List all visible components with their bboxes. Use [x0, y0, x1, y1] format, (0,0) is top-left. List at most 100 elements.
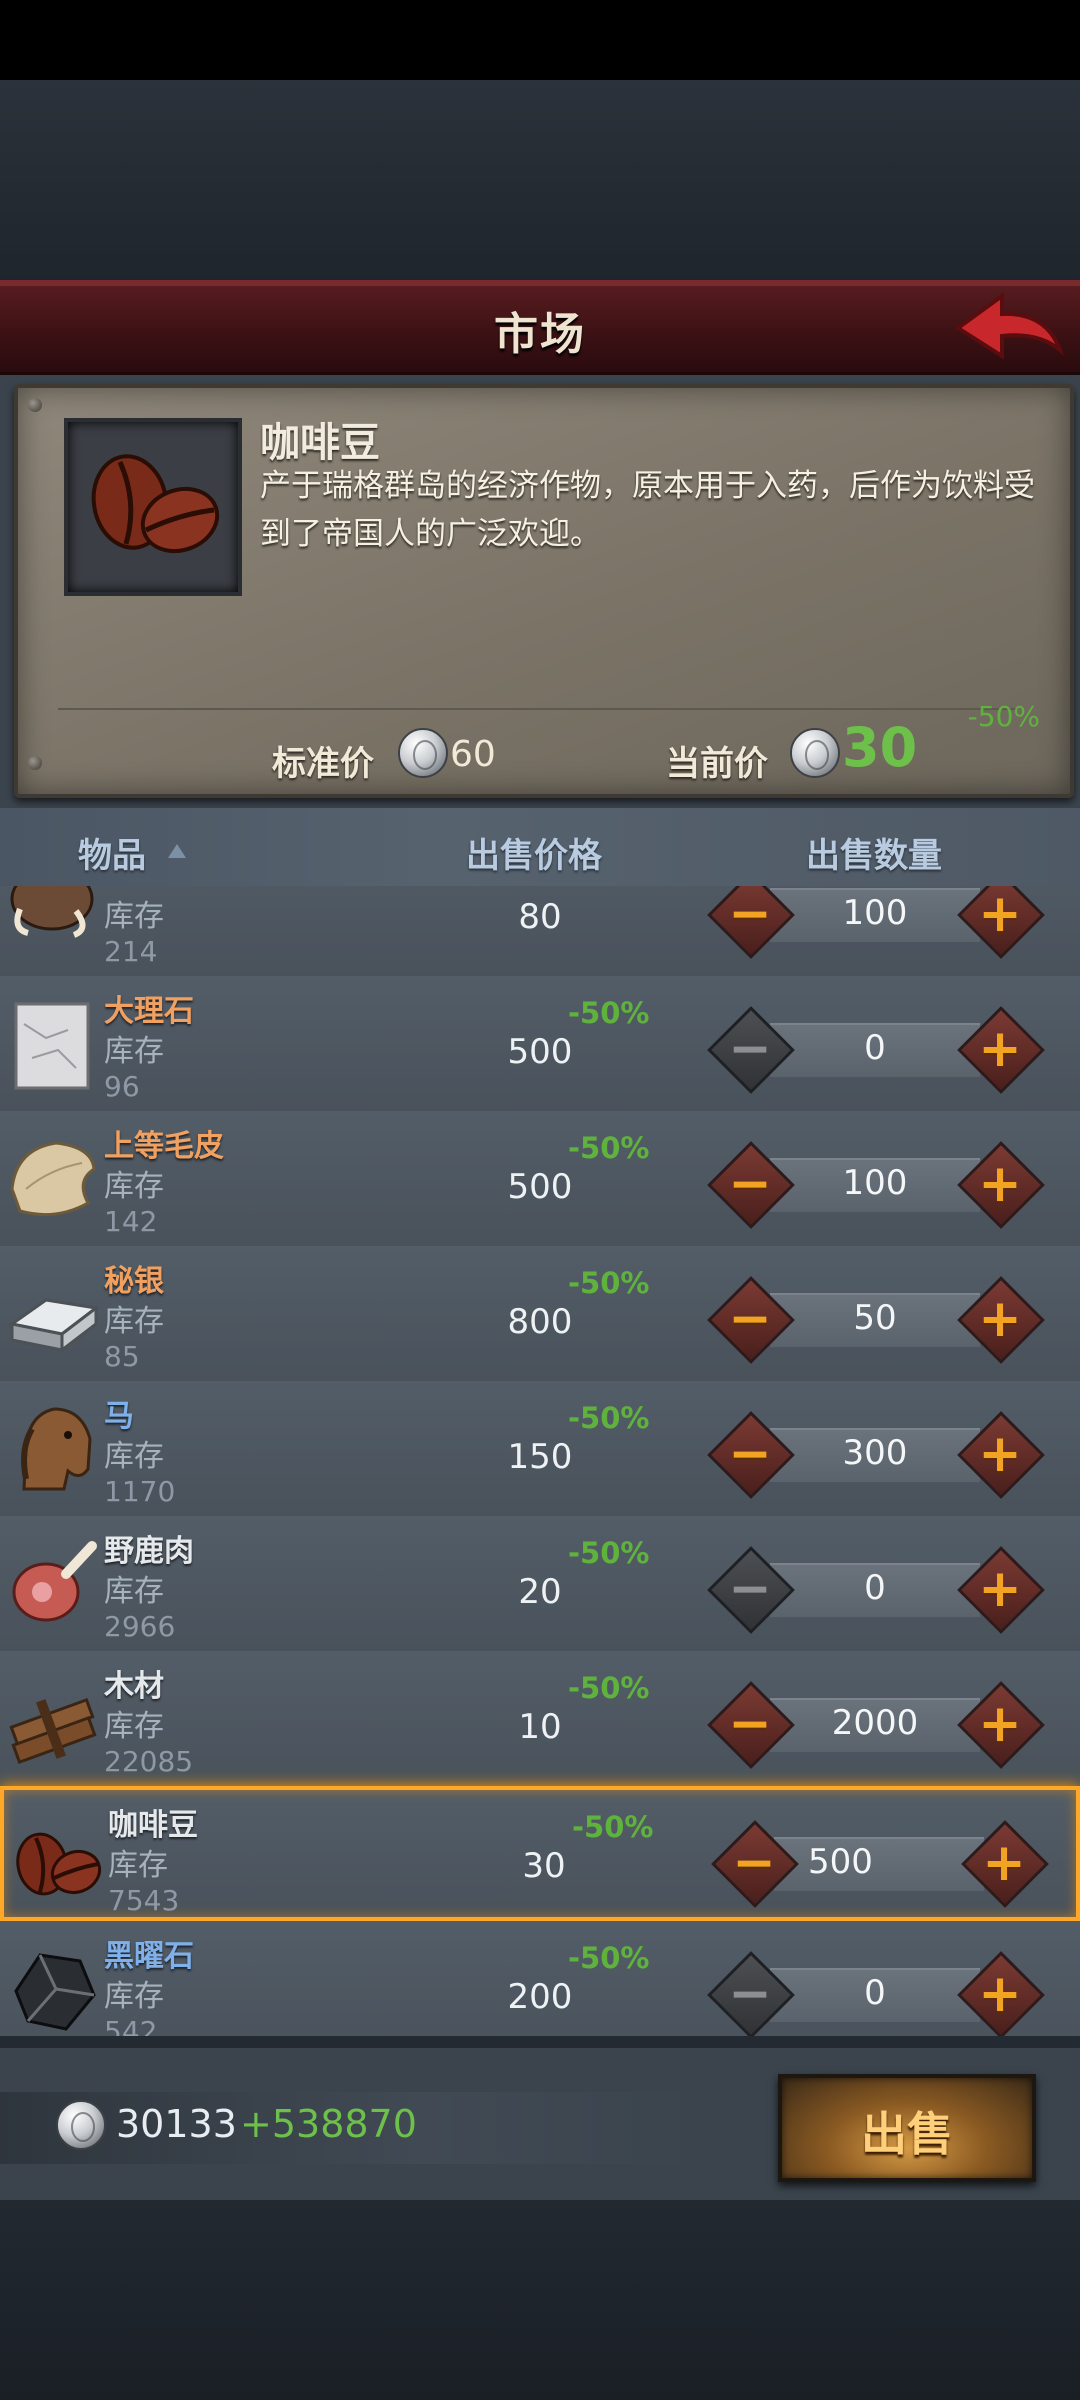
coffee-bean-icon	[10, 1808, 102, 1908]
plus-icon: +	[982, 1833, 1026, 1893]
status-bar	[0, 0, 1080, 80]
quantity-value: 300	[842, 1433, 908, 1473]
increase-button[interactable]: +	[957, 1276, 1045, 1364]
list-item[interactable]: 秘银库存 85 -50% 800 50 − +	[0, 1246, 1080, 1383]
increase-button[interactable]: +	[957, 1141, 1045, 1229]
decrease-button[interactable]: −	[711, 1820, 799, 1908]
column-header-item[interactable]: 物品	[78, 828, 146, 877]
sell-button[interactable]: 出售	[778, 2074, 1036, 2182]
increase-button[interactable]: +	[957, 1546, 1045, 1634]
item-detail-card: 咖啡豆 产于瑞格群岛的经济作物，原本用于入药，后作为饮料受到了帝国人的广泛欢迎。…	[14, 384, 1074, 798]
list-item[interactable]: 马库存 1170 -50% 150 300 − +	[0, 1381, 1080, 1518]
item-list[interactable]: 库存 214 80 100− + 大理石 库存 96 -50% 500 0− + 上等毛皮 库存 142 -5…	[0, 886, 1080, 2036]
stock-count: 22085	[104, 1745, 194, 1778]
decrease-button[interactable]: −	[707, 1276, 795, 1364]
decrease-button[interactable]: −	[707, 1141, 795, 1229]
item-name: 咖啡豆	[260, 420, 380, 466]
list-item[interactable]: 咖啡豆 库存 7543 -50% 30 500− +	[0, 1786, 1080, 1921]
list-bottom-border	[0, 2036, 1080, 2048]
standard-price-value: 60	[450, 734, 496, 775]
stock-count: 542	[104, 2015, 158, 2036]
sell-price: 80	[518, 897, 562, 937]
stock-count: 142	[104, 1205, 158, 1238]
stock-label: 库存	[104, 1439, 164, 1474]
horse-icon	[6, 1399, 98, 1499]
decrease-button[interactable]: −	[707, 1006, 795, 1094]
stock-label: 库存	[104, 899, 164, 934]
stock-label: 库存	[104, 1304, 164, 1339]
rivet	[28, 756, 42, 770]
decrease-button[interactable]: −	[707, 1411, 795, 1499]
stock-count: 7543	[108, 1884, 180, 1917]
quantity-value: 2000	[831, 1703, 919, 1743]
plus-icon: +	[978, 1964, 1022, 2024]
quantity-value: 50	[853, 1298, 897, 1338]
decrease-button[interactable]: −	[707, 886, 795, 959]
plus-icon: +	[978, 886, 1022, 944]
item-name: 秘银	[104, 1264, 164, 1299]
stock-label: 库存	[104, 1979, 164, 2014]
plus-icon: +	[978, 1694, 1022, 1754]
stock-label: 库存	[108, 1848, 168, 1883]
minus-icon: −	[728, 1559, 772, 1619]
list-item[interactable]: 上等毛皮 库存 142 -50% 500 100 − +	[0, 1111, 1080, 1248]
sell-price: 500	[507, 1032, 573, 1072]
page-title: 市场	[494, 309, 586, 360]
column-header-quantity: 出售数量	[806, 836, 942, 876]
decrease-button[interactable]: −	[707, 1546, 795, 1634]
plus-icon: +	[978, 1289, 1022, 1349]
sell-price: 800	[507, 1302, 573, 1342]
back-button[interactable]	[954, 290, 1066, 364]
sell-price: 10	[518, 1707, 562, 1747]
list-item[interactable]: 黑曜石 库存 542 -50% 200 0 − +	[0, 1921, 1080, 2036]
increase-button[interactable]: +	[961, 1820, 1049, 1908]
sort-ascending-icon[interactable]	[168, 844, 186, 858]
list-header: 物品 出售价格 出售数量	[0, 808, 1080, 886]
sell-price: 200	[507, 1977, 573, 2017]
quantity-value: 100	[842, 893, 908, 933]
item-name: 大理石	[104, 994, 194, 1029]
stock-count: 85	[104, 1340, 140, 1373]
item-name: 黑曜石	[104, 1939, 194, 1974]
discount-badge: -50%	[568, 1536, 650, 1570]
increase-button[interactable]: +	[957, 1681, 1045, 1769]
item-name: 咖啡豆	[108, 1808, 198, 1843]
item-description: 产于瑞格群岛的经济作物，原本用于入药，后作为饮料受到了帝国人的广泛欢迎。	[260, 468, 1035, 552]
list-item[interactable]: 木材 库存 22085 -50% 10 2000 − +	[0, 1651, 1080, 1788]
stock-label: 库存	[104, 1169, 164, 1204]
list-item[interactable]: 野鹿肉 库存 2966 -50% 20 0 − +	[0, 1516, 1080, 1653]
stock-count: 214	[104, 935, 158, 968]
stock-label: 库存	[104, 1709, 164, 1744]
rivet	[28, 398, 42, 412]
decrease-button[interactable]: −	[707, 1951, 795, 2036]
minus-icon: −	[728, 1154, 772, 1214]
increase-button[interactable]: +	[957, 1006, 1045, 1094]
minus-icon: −	[728, 1964, 772, 2024]
discount-badge: -50%	[572, 1810, 654, 1844]
minus-icon: −	[728, 1019, 772, 1079]
discount-badge: -50%	[568, 1671, 650, 1705]
column-header-price: 出售价格	[466, 836, 602, 876]
silver-balance: 30133	[116, 2102, 237, 2146]
background-top	[0, 80, 1080, 280]
decrease-button[interactable]: −	[707, 1681, 795, 1769]
obsidian-icon	[6, 1939, 98, 2036]
silver-coin-icon	[790, 728, 840, 778]
discount-badge: -50%	[967, 700, 1040, 733]
title-bar: 市场	[0, 280, 1080, 375]
increase-button[interactable]: +	[957, 1951, 1045, 2036]
list-item[interactable]: 库存 214 80 100 − +	[0, 886, 1080, 978]
increase-button[interactable]: +	[957, 886, 1045, 959]
item-name: 马	[104, 1399, 134, 1434]
list-item[interactable]: 大理石 库存 96 -50% 500 0 − +	[0, 976, 1080, 1113]
current-price-value: 30	[842, 716, 918, 779]
quantity-value: 0	[864, 1973, 886, 2013]
background-bottom	[0, 2200, 1080, 2400]
discount-badge: -50%	[568, 1266, 650, 1300]
minus-icon: −	[728, 1424, 772, 1484]
minus-icon: −	[732, 1833, 776, 1893]
current-price-label: 当前价	[666, 744, 768, 784]
discount-badge: -50%	[568, 1131, 650, 1165]
back-arrow-icon	[954, 292, 1065, 360]
increase-button[interactable]: +	[957, 1411, 1045, 1499]
